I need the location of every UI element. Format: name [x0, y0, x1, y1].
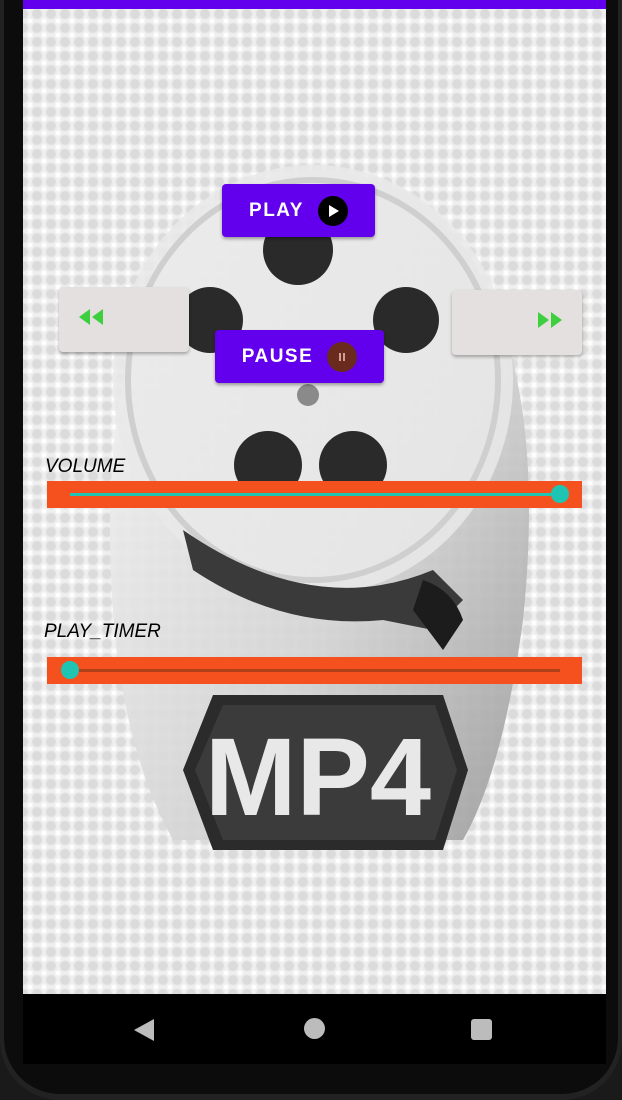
- pause-icon: [327, 341, 358, 372]
- pause-button-label: PAUSE: [241, 345, 314, 367]
- volume-seekbar-thumb[interactable]: [551, 485, 569, 503]
- pause-button[interactable]: PAUSE: [215, 330, 384, 383]
- app-screen: MP4 PLAY PAUSE VOLUME PLAY_TIMER: [23, 0, 606, 994]
- system-navigation-bar: [23, 994, 606, 1064]
- play-timer-seekbar-thumb[interactable]: [61, 661, 79, 679]
- recents-icon[interactable]: [471, 1019, 492, 1040]
- fast-forward-button[interactable]: [452, 290, 582, 355]
- fast-forward-icon: [536, 311, 564, 334]
- mp4-reel-artwork: MP4: [109, 165, 529, 850]
- rewind-icon: [77, 308, 105, 331]
- rewind-button[interactable]: [59, 287, 189, 352]
- back-icon[interactable]: [133, 1018, 155, 1047]
- play-timer-seekbar[interactable]: [47, 657, 582, 684]
- play-button-label: PLAY: [249, 199, 304, 221]
- play-button[interactable]: PLAY: [222, 184, 375, 237]
- play-timer-seekbar-track[interactable]: [70, 669, 560, 672]
- volume-label: VOLUME: [45, 456, 126, 477]
- home-icon[interactable]: [304, 1018, 325, 1039]
- volume-seekbar-track[interactable]: [70, 493, 560, 496]
- play-icon: [317, 195, 348, 226]
- volume-seekbar[interactable]: [47, 481, 582, 508]
- mp4-logo-text: MP4: [205, 716, 431, 839]
- app-top-bar: [23, 0, 606, 9]
- play-timer-label: PLAY_TIMER: [44, 621, 161, 642]
